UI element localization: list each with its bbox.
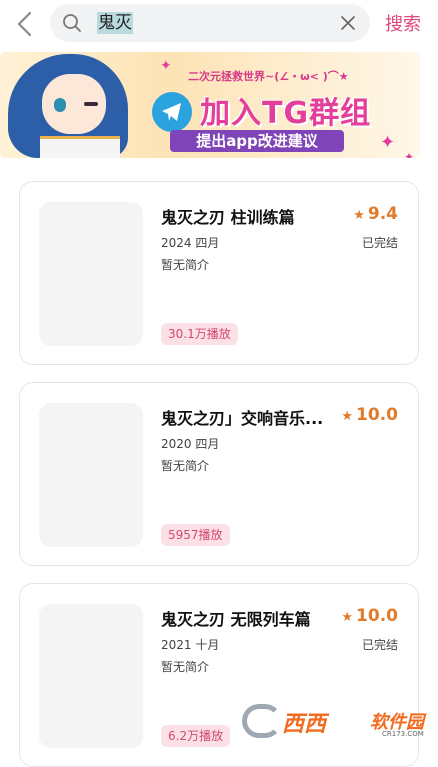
telegram-icon — [152, 92, 192, 132]
promo-banner[interactable]: ✦ 二次元拯救世界~(∠・ω< )⌒★ 加入TG群组 提出app改进建议 ✦ ✦ — [0, 52, 420, 158]
result-title: 鬼灭之刃 无限列车篇 — [161, 610, 311, 629]
chevron-left-icon — [17, 11, 32, 37]
sparkle-icon: ✦ — [404, 150, 415, 158]
rating-value: 9.4 — [367, 204, 398, 224]
sparkle-icon: ✦ — [160, 58, 172, 74]
anime-girl-wink — [84, 102, 98, 106]
play-count-badge: 30.1万播放 — [161, 323, 238, 345]
watermark-url: CR173.COM — [382, 730, 424, 738]
site-watermark: 西西 软件园 CR173.COM — [242, 704, 438, 738]
result-description: 暂无简介 — [161, 258, 210, 272]
banner-headline: 加入TG群组 — [200, 96, 372, 131]
result-card[interactable]: 鬼灭之刃 柱训练篇 ★ 9.4 2024 四月 已完结 暂无简介 30.1万播放 — [19, 181, 419, 365]
back-button[interactable] — [14, 10, 38, 38]
watermark-brand: 西西 — [282, 712, 327, 737]
result-card[interactable]: 鬼灭之刃」交响音乐... ★ 10.0 2020 四月 暂无简介 5957播放 — [19, 382, 419, 566]
star-icon: ★ — [341, 409, 354, 424]
cover-image-placeholder — [39, 604, 143, 748]
star-icon: ★ — [341, 610, 354, 625]
result-title: 鬼灭之刃」交响音乐... — [161, 409, 324, 428]
result-description: 暂无简介 — [161, 660, 210, 674]
rating-value: 10.0 — [356, 606, 398, 626]
result-card[interactable]: 鬼灭之刃 无限列车篇 ★ 10.0 2021 十月 已完结 暂无简介 6.2万播放 — [19, 583, 419, 767]
star-icon: ★ — [353, 208, 365, 223]
cover-image-placeholder — [39, 403, 143, 547]
result-title: 鬼灭之刃 柱训练篇 — [161, 208, 295, 227]
play-count-badge: 6.2万播放 — [161, 725, 231, 747]
result-status: 已完结 — [361, 236, 398, 250]
play-count-badge: 5957播放 — [161, 524, 230, 546]
top-bar: 鬼灭 搜索 — [0, 0, 438, 48]
result-status: 已完结 — [361, 638, 398, 652]
search-box[interactable]: 鬼灭 — [50, 4, 370, 42]
result-date: 2020 四月 — [161, 437, 220, 451]
result-date: 2024 四月 — [161, 236, 220, 250]
rating-value: 10.0 — [356, 405, 398, 425]
cover-image-placeholder — [39, 202, 143, 346]
result-description: 暂无简介 — [161, 459, 210, 473]
search-icon — [63, 14, 81, 32]
watermark-logo-icon — [242, 704, 282, 738]
result-date: 2021 十月 — [161, 638, 220, 652]
banner-tagline: 二次元拯救世界~(∠・ω< )⌒★ — [188, 70, 349, 83]
rating: ★ 9.4 — [353, 204, 398, 224]
rating: ★ 10.0 — [341, 405, 398, 425]
search-button[interactable]: 搜索 — [385, 10, 421, 36]
sparkle-icon: ✦ — [380, 132, 396, 153]
banner-subline: 提出app改进建议 — [170, 130, 344, 152]
rating: ★ 10.0 — [341, 606, 398, 626]
anime-girl-eye — [54, 98, 66, 112]
search-input[interactable]: 鬼灭 — [97, 12, 133, 34]
anime-girl-collar — [40, 136, 120, 158]
clear-icon[interactable] — [340, 15, 356, 31]
